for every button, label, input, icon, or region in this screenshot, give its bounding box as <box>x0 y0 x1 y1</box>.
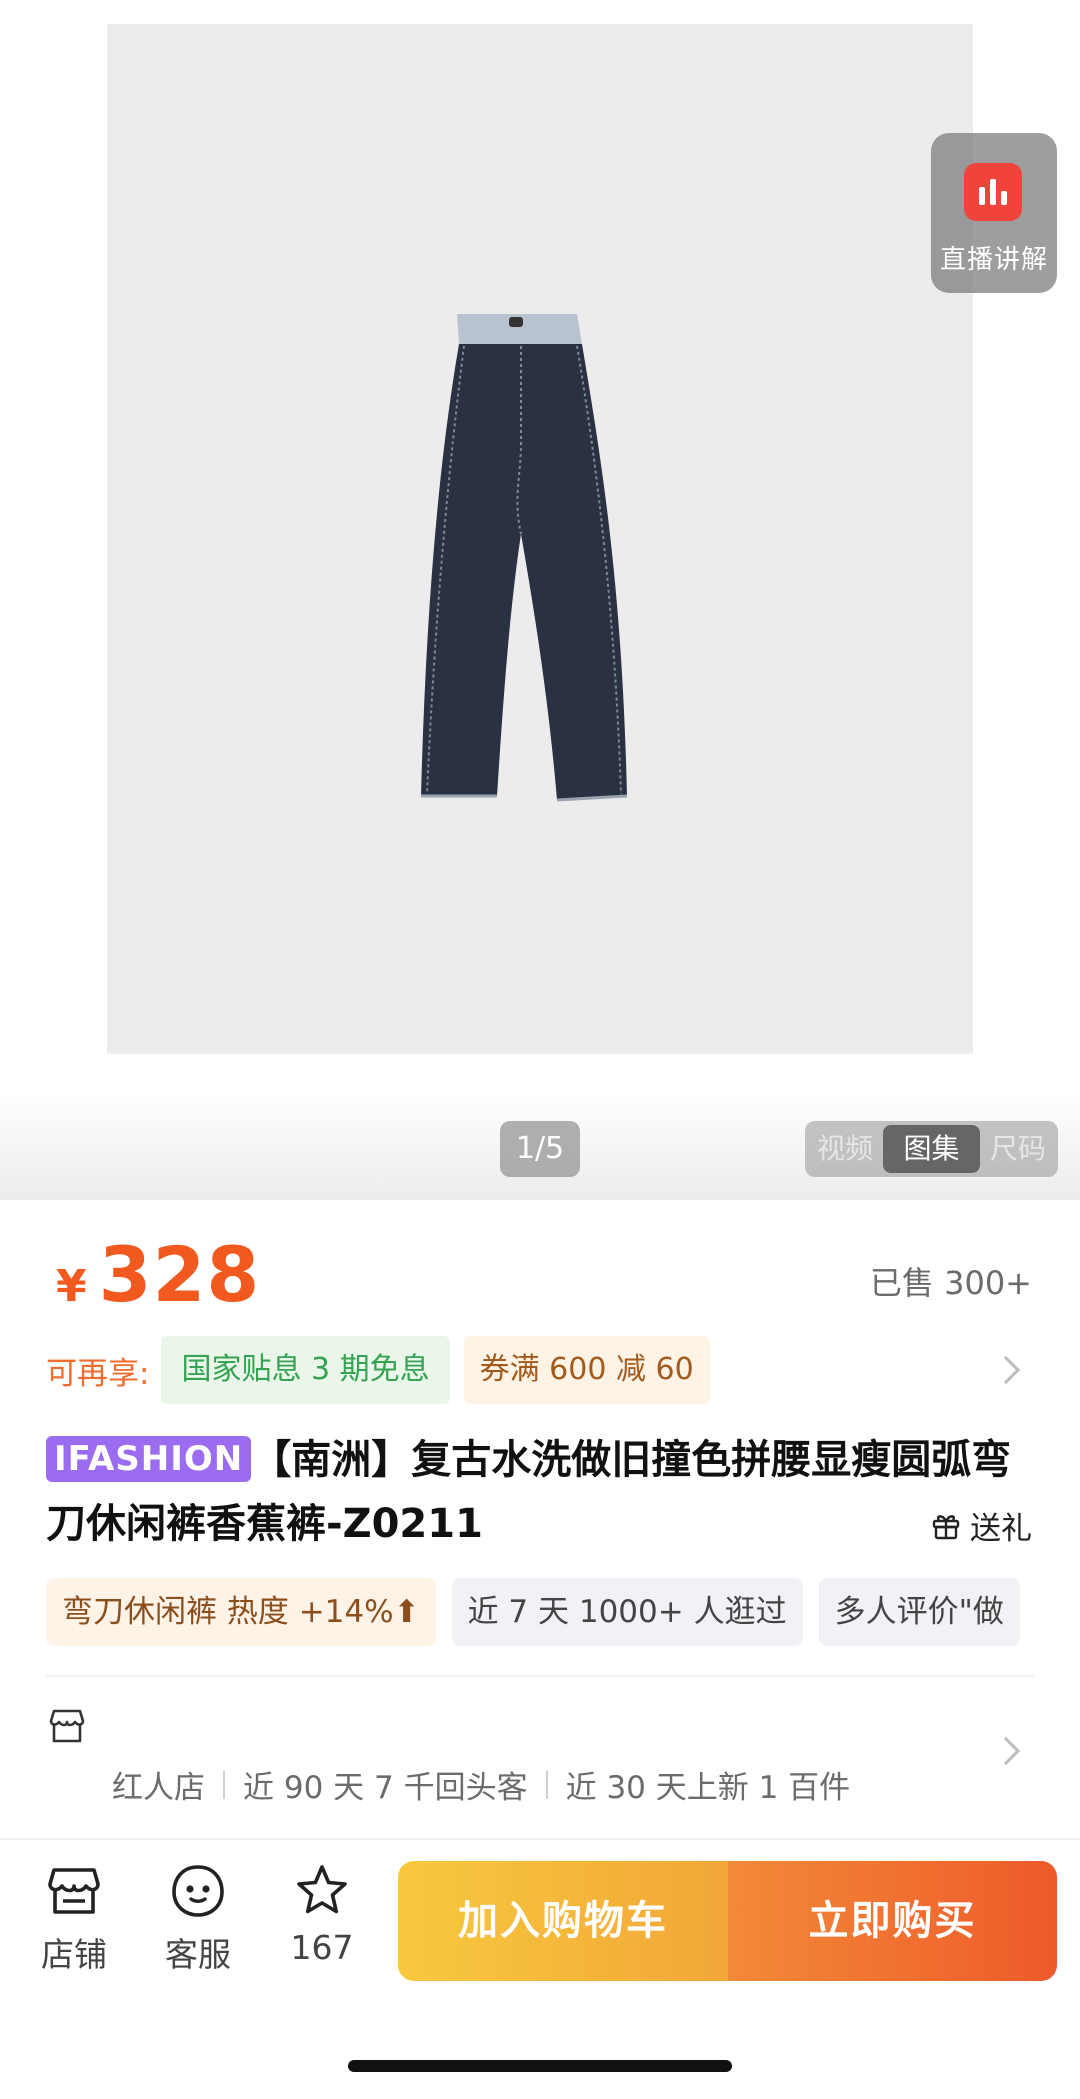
chip-hotness[interactable]: 弯刀休闲裤 热度 +14%⬆ <box>46 1578 436 1646</box>
store-tab-icon <box>48 1868 100 1914</box>
gallery-segment-control: 视频 图集 尺码 <box>805 1121 1058 1177</box>
product-gallery[interactable]: 直播讲解 1/5 视频 图集 尺码 <box>0 0 1080 1200</box>
store-type: 红人店 <box>112 1770 205 1806</box>
subsidy-tag: 国家贴息 3 期免息 <box>161 1336 450 1404</box>
store-icon[interactable] <box>48 1707 86 1745</box>
product-detail-page: 直播讲解 1/5 视频 图集 尺码 ¥ 328 已售 300+ 可再享: 国家贴… <box>0 0 1080 2099</box>
customer-service-label: 客服 <box>165 1935 231 1974</box>
sold-count: 已售 300+ <box>869 1264 1032 1302</box>
store-returning-customers: 近 90 天 7 千回头客 <box>243 1770 528 1806</box>
live-explain-button[interactable]: 直播讲解 <box>931 133 1057 293</box>
store-new-arrivals: 近 30 天上新 1 百件 <box>565 1770 851 1806</box>
promotion-row[interactable]: 可再享: 国家贴息 3 期免息 券满 600 减 60 <box>46 1336 710 1404</box>
product-title: IFASHION 【南洲】复古水洗做旧撞色拼腰显瘦圆弧弯刀休闲裤香蕉裤-Z0211 <box>46 1428 1036 1556</box>
store-tab[interactable]: 店铺 <box>19 1862 129 1976</box>
meta-separator <box>545 1770 548 1799</box>
store-meta[interactable]: 红人店 近 90 天 7 千回头客 近 30 天上新 1 百件 <box>112 1762 850 1807</box>
segment-video[interactable]: 视频 <box>809 1125 881 1173</box>
brand-tag: IFASHION <box>46 1436 252 1482</box>
star-icon <box>297 1865 347 1914</box>
home-indicator[interactable] <box>348 2060 732 2072</box>
meta-separator <box>223 1770 225 1799</box>
price-amount: 328 <box>98 1230 261 1319</box>
pants-image <box>421 314 628 802</box>
favorite-tab[interactable]: 167 <box>267 1862 377 1967</box>
coupon-tag: 券满 600 减 60 <box>463 1336 710 1404</box>
highlight-chips: 弯刀休闲裤 热度 +14%⬆ 近 7 天 1000+ 人逛过 多人评价"做 <box>46 1578 1080 1646</box>
product-photo[interactable] <box>107 24 973 1054</box>
favorite-count: 167 <box>290 1928 354 1967</box>
store-chevron-icon[interactable] <box>991 1736 1021 1766</box>
gift-label: 送礼 <box>970 1511 1032 1547</box>
chip-reviews[interactable]: 多人评价"做 <box>818 1578 1020 1646</box>
currency-symbol: ¥ <box>56 1261 87 1312</box>
add-to-cart-button[interactable]: 加入购物车 <box>398 1861 728 1981</box>
gift-button[interactable]: 送礼 <box>922 1503 1032 1548</box>
promotion-label: 可再享: <box>46 1355 150 1392</box>
bottom-bar-divider <box>0 1838 1080 1840</box>
segment-size[interactable]: 尺码 <box>982 1125 1054 1173</box>
live-bars-icon <box>964 163 1022 221</box>
price-row: ¥ 328 <box>56 1230 260 1320</box>
segment-gallery[interactable]: 图集 <box>883 1125 980 1173</box>
live-explain-label: 直播讲解 <box>939 245 1048 275</box>
section-divider <box>46 1675 1034 1677</box>
chip-visits[interactable]: 近 7 天 1000+ 人逛过 <box>451 1578 803 1646</box>
store-tab-label: 店铺 <box>41 1935 107 1974</box>
customer-service-tab[interactable]: 客服 <box>143 1862 253 1976</box>
gift-icon <box>932 1514 960 1539</box>
image-counter: 1/5 <box>500 1121 580 1177</box>
customer-service-icon <box>172 1865 224 1917</box>
promotion-chevron-icon[interactable] <box>991 1355 1021 1385</box>
buy-now-button[interactable]: 立即购买 <box>728 1861 1057 1981</box>
bottom-tabs: 店铺 客服 167 <box>0 1862 400 1982</box>
